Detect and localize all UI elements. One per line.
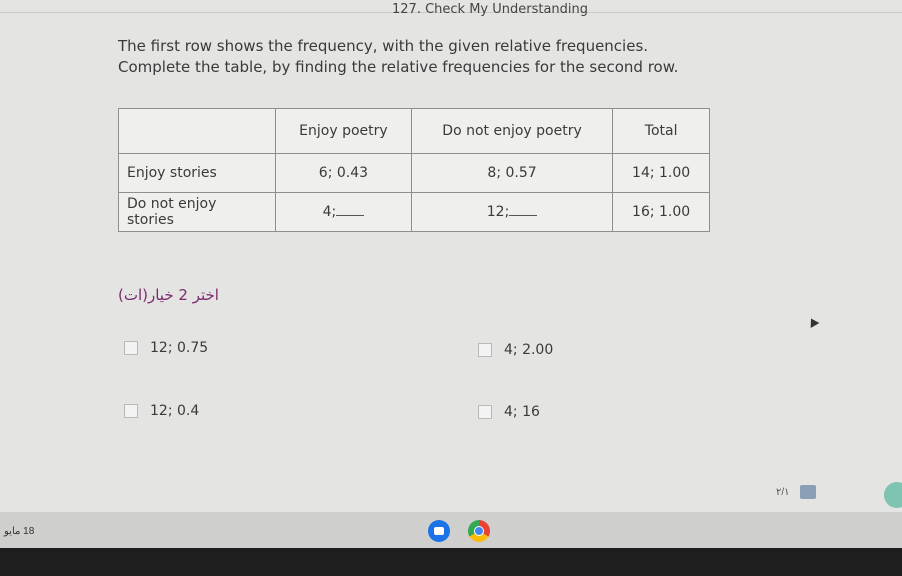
checkbox[interactable] xyxy=(478,405,492,419)
cell-value: 4; xyxy=(322,204,337,220)
table-header-total: Total xyxy=(612,108,710,154)
table-cell: 6; 0.43 xyxy=(275,153,412,193)
table-cell: 14; 1.00 xyxy=(612,153,710,193)
option-label: 4; 2.00 xyxy=(504,342,554,358)
table-cell: 12; xyxy=(410,192,614,232)
answer-option-4[interactable]: 4; 16 xyxy=(478,404,540,420)
select-count-prompt: اختر 2 خيار(ات) xyxy=(118,286,219,304)
checkbox[interactable] xyxy=(124,341,138,355)
mouse-cursor-icon xyxy=(806,316,820,328)
page-indicator: ٢/١ xyxy=(776,487,790,498)
answer-option-3[interactable]: 12; 0.4 xyxy=(124,403,199,419)
table-header-row: Enjoy poetry Do not enjoy poetry Total xyxy=(118,108,710,154)
table-cell: 8; 0.57 xyxy=(410,153,614,193)
frequency-table: Enjoy poetry Do not enjoy poetry Total E… xyxy=(118,108,710,232)
answer-option-1[interactable]: 12; 0.75 xyxy=(124,340,208,356)
next-page-button[interactable] xyxy=(800,485,816,499)
table-row: Enjoy stories 6; 0.43 8; 0.57 14; 1.00 xyxy=(118,153,710,193)
row-label-enjoy-stories: Enjoy stories xyxy=(118,153,276,193)
cell-value: 12; xyxy=(486,204,510,220)
chrome-icon[interactable] xyxy=(468,520,490,542)
page-title: 127. Check My Understanding xyxy=(392,2,589,17)
answer-option-2[interactable]: 4; 2.00 xyxy=(478,342,553,358)
option-label: 12; 0.75 xyxy=(150,340,209,356)
instruction-line-2: Complete the table, by finding the relat… xyxy=(118,58,679,76)
table-cell: 4; xyxy=(275,192,412,232)
answer-blank xyxy=(509,205,538,216)
table-cell: 16; 1.00 xyxy=(612,192,710,232)
table-row: Do not enjoy stories 4; 12; 16; 1.00 xyxy=(118,192,710,232)
checkbox[interactable] xyxy=(124,404,138,418)
instruction-line-1: The first row shows the frequency, with … xyxy=(118,37,649,55)
table-header-enjoy-poetry: Enjoy poetry xyxy=(275,108,412,154)
row-label-not-enjoy-stories: Do not enjoy stories xyxy=(118,192,276,232)
files-icon[interactable] xyxy=(428,520,450,542)
option-label: 12; 0.4 xyxy=(150,403,200,419)
taskbar xyxy=(0,512,902,548)
option-label: 4; 16 xyxy=(504,404,540,420)
answer-blank xyxy=(336,205,365,216)
screen-bezel xyxy=(0,548,902,576)
instructions: The first row shows the frequency, with … xyxy=(118,36,678,78)
taskbar-date: 18 مايو xyxy=(4,526,35,537)
checkbox[interactable] xyxy=(478,343,492,357)
table-header-empty xyxy=(118,108,276,154)
floating-action-button[interactable] xyxy=(884,482,902,508)
table-header-not-enjoy-poetry: Do not enjoy poetry xyxy=(410,108,614,154)
